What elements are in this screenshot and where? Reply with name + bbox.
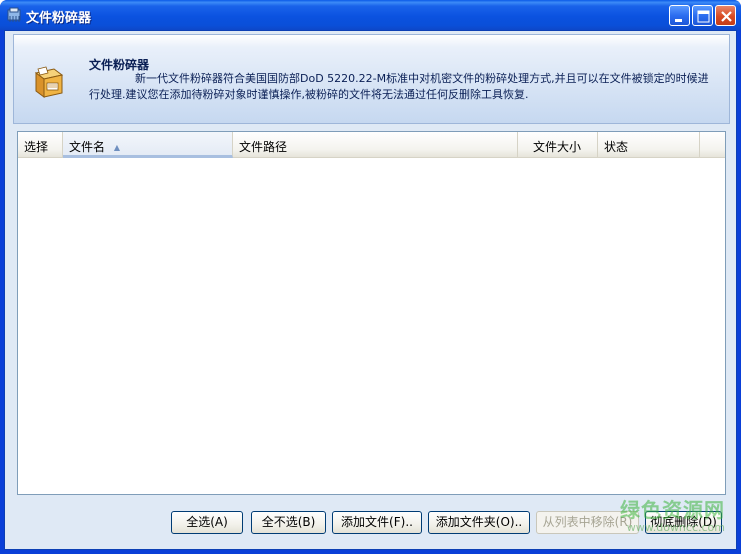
column-filename[interactable]: 文件名 ▲ <box>63 132 233 158</box>
maximize-icon <box>697 10 710 23</box>
close-button[interactable] <box>715 5 736 26</box>
window-title: 文件粉碎器 <box>26 11 92 26</box>
client-area: 文件粉碎器 新一代文件粉碎器符合美国国防部DoD 5220.22-M标准中对机密… <box>4 30 737 550</box>
app-icon <box>7 7 21 22</box>
column-label: 文件名 <box>69 140 106 154</box>
column-label: 状态 <box>604 140 629 154</box>
watermark-url: www.downcc.com <box>626 521 725 534</box>
maximize-button[interactable] <box>692 5 713 26</box>
column-filepath[interactable]: 文件路径 <box>233 132 518 158</box>
list-header: 选择 文件名 ▲ 文件路径 文件大小 状态 <box>18 132 725 158</box>
header-panel: 文件粉碎器 新一代文件粉碎器符合美国国防部DoD 5220.22-M标准中对机密… <box>13 34 730 124</box>
title-bar[interactable]: 文件粉碎器 <box>0 0 741 30</box>
select-none-button[interactable]: 全不选(B) <box>251 511 326 534</box>
column-label: 文件路径 <box>239 140 288 154</box>
column-filesize[interactable]: 文件大小 <box>518 132 598 158</box>
app-window: 文件粉碎器 文件粉碎器 新一代文件粉碎器符合美国国防部DoD 5220.22-M… <box>0 0 741 554</box>
header-description: 新一代文件粉碎器符合美国国防部DoD 5220.22-M标准中对机密文件的粉碎处… <box>89 72 709 101</box>
minimize-icon <box>675 19 682 22</box>
column-select[interactable]: 选择 <box>18 132 63 158</box>
file-list[interactable]: 选择 文件名 ▲ 文件路径 文件大小 状态 <box>17 131 726 495</box>
close-icon <box>721 11 732 22</box>
add-folder-button[interactable]: 添加文件夹(O).. <box>428 511 530 534</box>
select-all-button[interactable]: 全选(A) <box>171 511 243 534</box>
minimize-button[interactable] <box>669 5 690 26</box>
add-file-button[interactable]: 添加文件(F).. <box>332 511 422 534</box>
sort-ascending-icon: ▲ <box>113 143 120 152</box>
watermark-text: 绿色资源网 <box>620 498 725 522</box>
column-label: 选择 <box>24 140 49 154</box>
shredder-box-icon <box>34 66 64 98</box>
column-label: 文件大小 <box>533 140 582 154</box>
watermark: 绿色资源网 www.downcc.com <box>620 494 725 534</box>
column-filler <box>700 132 725 158</box>
list-body[interactable] <box>18 158 725 494</box>
column-status[interactable]: 状态 <box>598 132 700 158</box>
